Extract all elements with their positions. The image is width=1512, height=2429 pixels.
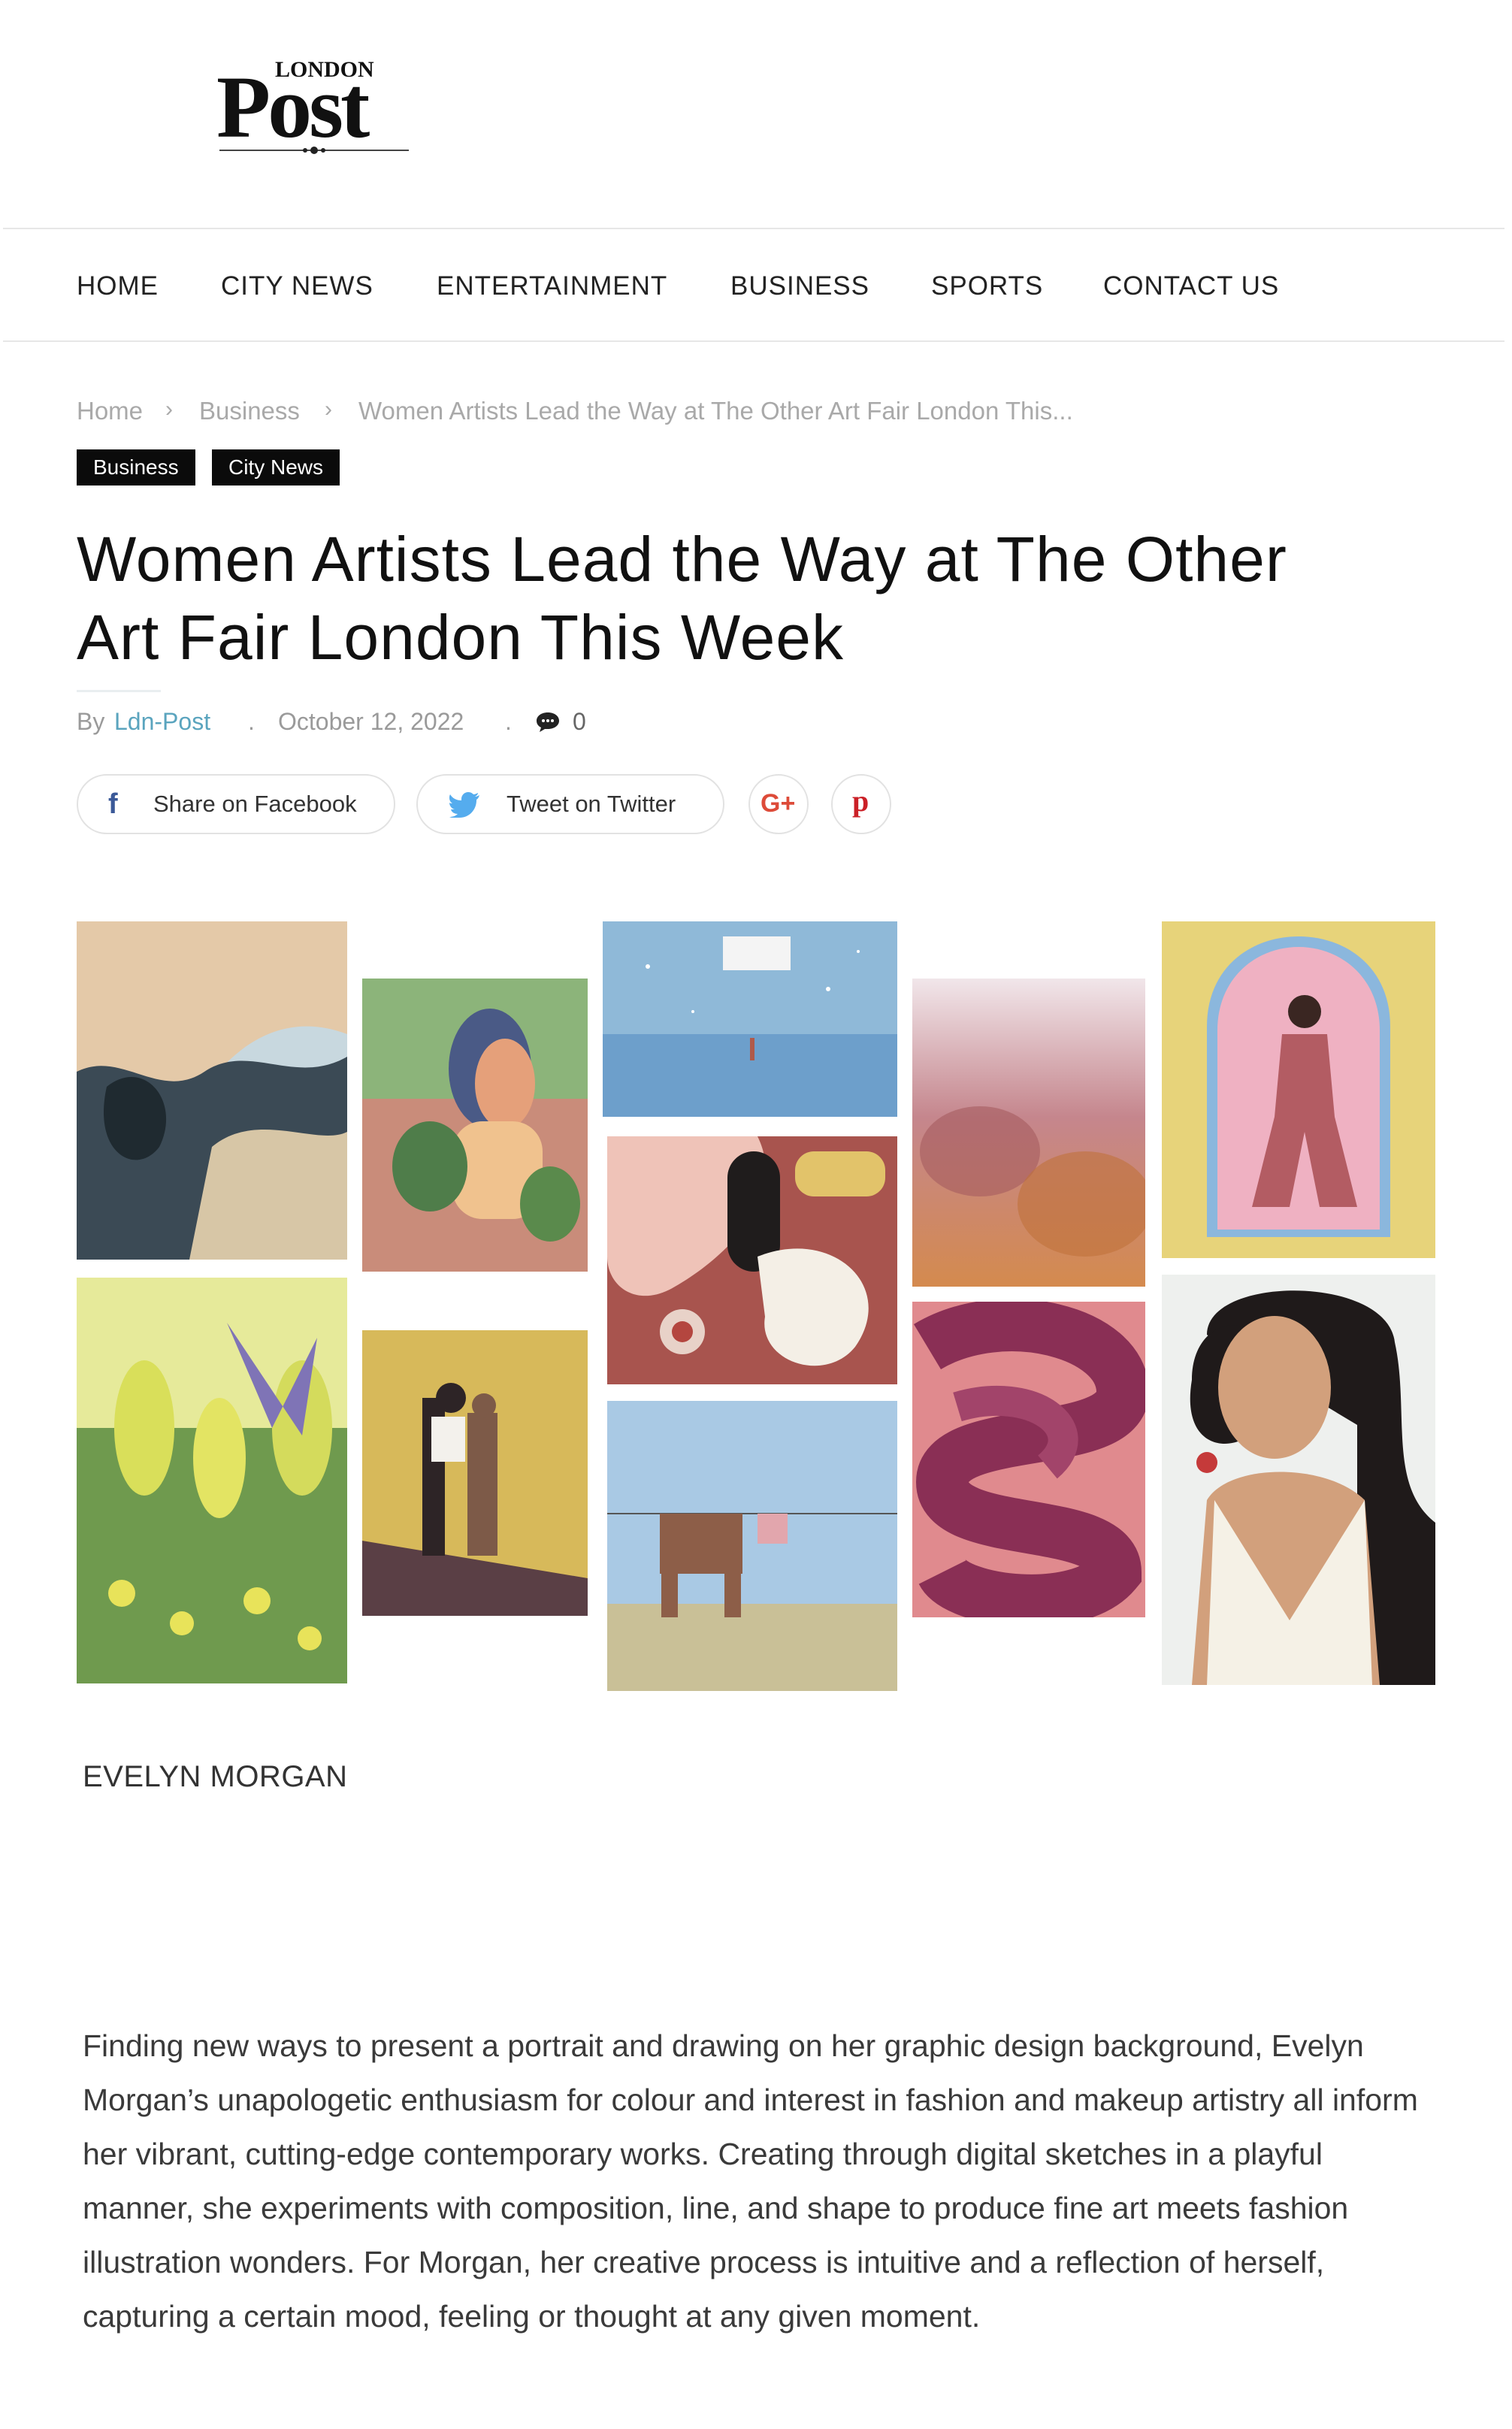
logo-main-word: Post: [216, 58, 370, 156]
meta-dot: .: [505, 708, 512, 735]
chevron-right-icon: ›: [325, 397, 332, 422]
facebook-icon: f: [108, 788, 118, 820]
article-body: Finding new ways to present a portrait a…: [83, 2028, 1418, 2334]
artwork-blurred-sunset: [912, 979, 1145, 1287]
comment-icon[interactable]: [535, 711, 561, 740]
google-plus-icon: G+: [761, 789, 796, 818]
artwork-abstract-blue-swirl: [77, 921, 347, 1260]
artwork-glitter-sky: [603, 921, 897, 1117]
meta-author[interactable]: Ldn-Post: [114, 708, 210, 736]
meta-dot: .: [248, 708, 255, 735]
nav-business[interactable]: BUSINESS: [730, 271, 869, 301]
breadcrumb-home[interactable]: Home: [77, 397, 143, 425]
artwork-two-women-yellow: [362, 1330, 588, 1616]
nav-contact-us[interactable]: CONTACT US: [1103, 271, 1279, 301]
artwork-woman-portrait: [1162, 1275, 1435, 1685]
image-caption: EVELYN MORGAN: [83, 1760, 348, 1793]
nav-sports[interactable]: SPORTS: [931, 271, 1043, 301]
article-title-line1: Women Artists Lead the Way at The Other: [77, 524, 1287, 594]
artwork-abstract-shapes: [607, 1136, 897, 1384]
artwork-sweater-landscape: [607, 1401, 897, 1691]
title-divider: [77, 690, 161, 692]
article-title-line2: Art Fair London This Week: [77, 602, 845, 673]
nav-entertainment[interactable]: ENTERTAINMENT: [437, 271, 667, 301]
site-logo[interactable]: LONDON Post: [216, 45, 412, 158]
breadcrumb-business[interactable]: Business: [199, 397, 300, 425]
artwork-purple-brushstrokes: [912, 1302, 1145, 1617]
pinterest-icon: p: [852, 784, 869, 818]
share-facebook-label: Share on Facebook: [153, 791, 357, 817]
meta-by: By: [77, 708, 105, 735]
artwork-yellow-flowers: [77, 1278, 347, 1683]
tag-city-news[interactable]: City News: [212, 449, 340, 485]
tweet-twitter-button[interactable]: Tweet on Twitter: [416, 774, 724, 834]
main-navigation: HOME CITY NEWS ENTERTAINMENT BUSINESS SP…: [3, 228, 1504, 342]
nav-city-news[interactable]: CITY NEWS: [221, 271, 373, 301]
breadcrumb-current: Women Artists Lead the Way at The Other …: [358, 397, 1073, 425]
chevron-right-icon: ›: [165, 397, 173, 422]
tweet-twitter-label: Tweet on Twitter: [507, 791, 676, 817]
share-facebook-button[interactable]: f Share on Facebook: [77, 774, 395, 834]
google-plus-button[interactable]: G+: [748, 774, 809, 834]
artwork-collage[interactable]: [77, 921, 1435, 1691]
comment-count[interactable]: 0: [573, 708, 586, 736]
tag-business[interactable]: Business: [77, 449, 195, 485]
artwork-jungle-figures: [362, 979, 588, 1272]
twitter-icon: [449, 792, 481, 824]
artwork-woman-arch: [1162, 921, 1435, 1258]
pinterest-button[interactable]: p: [831, 774, 891, 834]
nav-home[interactable]: HOME: [77, 271, 159, 301]
article-title: Women Artists Lead the Way at The Other …: [77, 520, 1459, 676]
meta-date: October 12, 2022: [278, 708, 464, 735]
